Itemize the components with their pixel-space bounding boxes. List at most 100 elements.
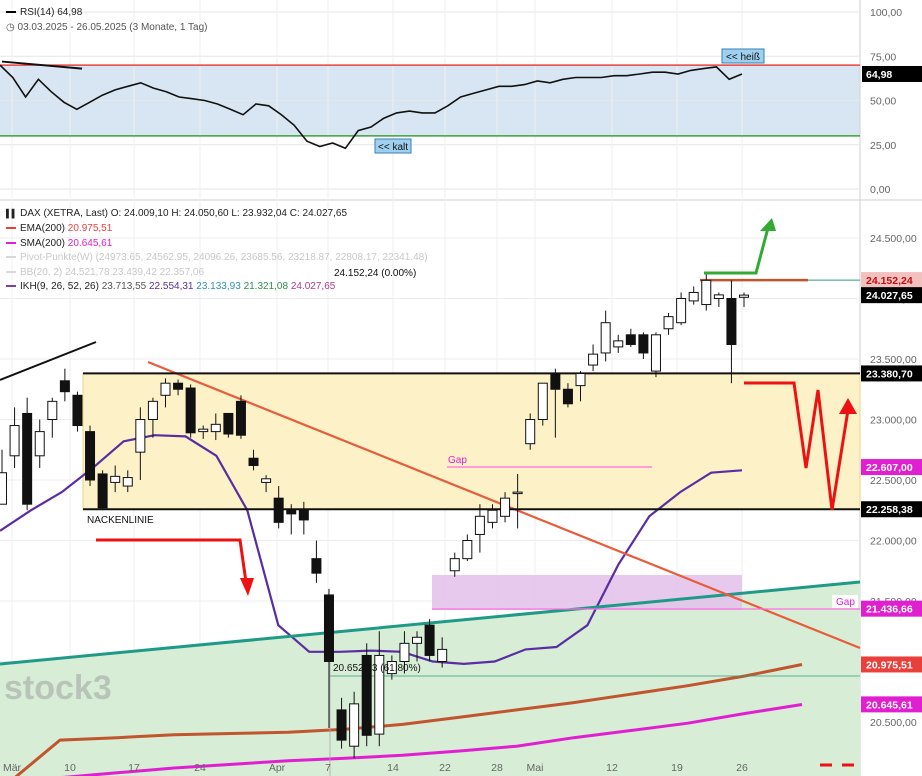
candle-body: [122, 477, 133, 487]
candle-body: [336, 709, 347, 741]
rsi-date-range: 03.03.2025 - 26.05.2025: [17, 22, 127, 33]
price-tag: 23.380,70: [866, 368, 913, 380]
price-tick-label: 23.000,00: [870, 415, 917, 427]
time-tick-label: 10: [64, 762, 76, 774]
down-arrow-line: [96, 538, 248, 583]
candle-body: [273, 497, 284, 523]
legend-item[interactable]: SMA(200) 20.645,61: [6, 238, 428, 250]
watermark: stock3: [4, 669, 112, 707]
legend-item[interactable]: BB(20, 2) 24.521,78 23.439,42 22.357,06: [6, 267, 428, 279]
candle-body: [474, 515, 485, 535]
candle-body: [72, 394, 83, 427]
candle-body: [663, 316, 674, 330]
candle-body: [22, 412, 33, 505]
ikh-v4: 21.321,08: [243, 281, 289, 292]
legend-item[interactable]: Pivot-Punkte(W) (24973.65, 24562.95, 240…: [6, 252, 428, 264]
candle-body: [85, 431, 96, 481]
time-tick-label: 14: [387, 762, 399, 774]
candle-body: [424, 624, 435, 656]
time-tick-label: 24: [194, 762, 206, 774]
candle-body: [349, 703, 360, 747]
candle-body: [160, 382, 171, 396]
candle-body: [135, 419, 146, 453]
time-tick-label: 19: [671, 762, 683, 774]
candle-body: [487, 509, 498, 523]
candle-body: [550, 373, 561, 390]
legend-label: BB(20, 2): [20, 266, 66, 278]
candle-body: [47, 400, 58, 421]
legend-label: Pivot-Punkte(W): [20, 252, 96, 263]
legend-value: (24973.65, 24562.95, 24096.26, 23685.56,…: [95, 252, 428, 263]
price-tag: 20.975,51: [866, 659, 913, 671]
price-tag: 20.645,61: [866, 699, 913, 711]
candle-body: [449, 558, 460, 572]
candle-body: [437, 648, 448, 663]
neckline-label: NACKENLINIE: [87, 515, 154, 526]
time-tick-label: 7: [325, 762, 331, 774]
candle-body: [323, 594, 334, 663]
time-tick-label: 28: [491, 762, 503, 774]
candle-body: [399, 642, 410, 662]
price-tick-label: 20.500,00: [870, 717, 917, 729]
candle-body: [600, 322, 611, 354]
candle-body: [512, 491, 523, 495]
rsi-hot-label: << heiß: [726, 52, 760, 63]
rsi-tick-label: 100,00: [870, 7, 902, 19]
legend-swatch: [6, 270, 16, 273]
candle-body: [562, 388, 573, 405]
candle-body: [638, 334, 649, 354]
rsi-title-text: RSI(14): [20, 7, 55, 18]
candle-body: [462, 540, 473, 560]
ikh-v5: 24.027,65: [290, 281, 336, 292]
candle-body: [198, 428, 209, 433]
candle-body: [235, 400, 246, 436]
candle-body: [613, 340, 624, 348]
candle-body: [676, 298, 687, 324]
legend-swatch: [6, 256, 16, 259]
rsi-value-tag: 64,98: [866, 69, 892, 81]
neckline-zone: [82, 372, 861, 510]
candle-body: [588, 353, 599, 366]
time-tick-label: 12: [606, 762, 618, 774]
legend-label: EMA(200): [20, 223, 68, 234]
candle-body: [286, 509, 297, 515]
rsi-title: RSI(14) 64,98: [6, 7, 82, 19]
candle-body: [575, 373, 586, 387]
dax-chart[interactable]: << heiß << kalt NACKENLINIE Gap Gap 24.152,2…: [0, 0, 922, 776]
price-tick-label: 23.500,00: [870, 354, 917, 366]
legend-value: 20.975,51: [67, 223, 113, 234]
candle-body: [110, 475, 121, 483]
price-tag: 22.607,00: [866, 462, 913, 474]
candle-body: [261, 478, 272, 483]
up-arrow-head: [760, 218, 776, 231]
legend-ikh[interactable]: IKH(9, 26, 52, 26) 23.713,55 22.554,31 2…: [6, 281, 335, 293]
legend-value: 20.645,61: [67, 237, 113, 249]
gap-zone: [432, 575, 742, 610]
price-tag: 24.027,65: [866, 290, 913, 302]
ikh-v1: 23.713,55: [101, 281, 147, 292]
ikh-v2: 22.554,31: [149, 281, 194, 292]
candle-body: [298, 509, 309, 521]
price-title-text: DAX (XETRA, Last): [20, 208, 108, 219]
rsi-title-value: 64,98: [57, 7, 83, 18]
price-title: ▌▌ DAX (XETRA, Last) O: 24.009,10 H: 24.…: [6, 208, 347, 220]
candle-body: [185, 387, 196, 434]
candle-body: [311, 558, 322, 574]
rsi-tick-label: 50,00: [870, 96, 896, 108]
legend-item[interactable]: EMA(200) 20.975,51: [6, 223, 428, 235]
candle-body: [34, 431, 45, 457]
candle-body: [223, 412, 234, 435]
candle-body: [713, 294, 724, 299]
candle-body: [97, 473, 108, 509]
candle-body: [9, 425, 20, 457]
price-tag: 24.152,24: [866, 275, 913, 287]
wedge-trendline: [0, 341, 97, 381]
candle-body: [173, 382, 184, 390]
gap-label-2: Gap: [836, 597, 855, 608]
price-ohlc: O: 24.009,10 H: 24.050,60 L: 23.932,04 C…: [110, 208, 348, 219]
legend-value: 24.521,78 23.439,42 22.357,06: [65, 266, 205, 278]
time-tick-label: Mai: [527, 762, 544, 774]
legend-label: SMA(200): [20, 237, 68, 249]
time-tick-label: Mär: [3, 762, 22, 774]
candle-body: [59, 380, 70, 393]
